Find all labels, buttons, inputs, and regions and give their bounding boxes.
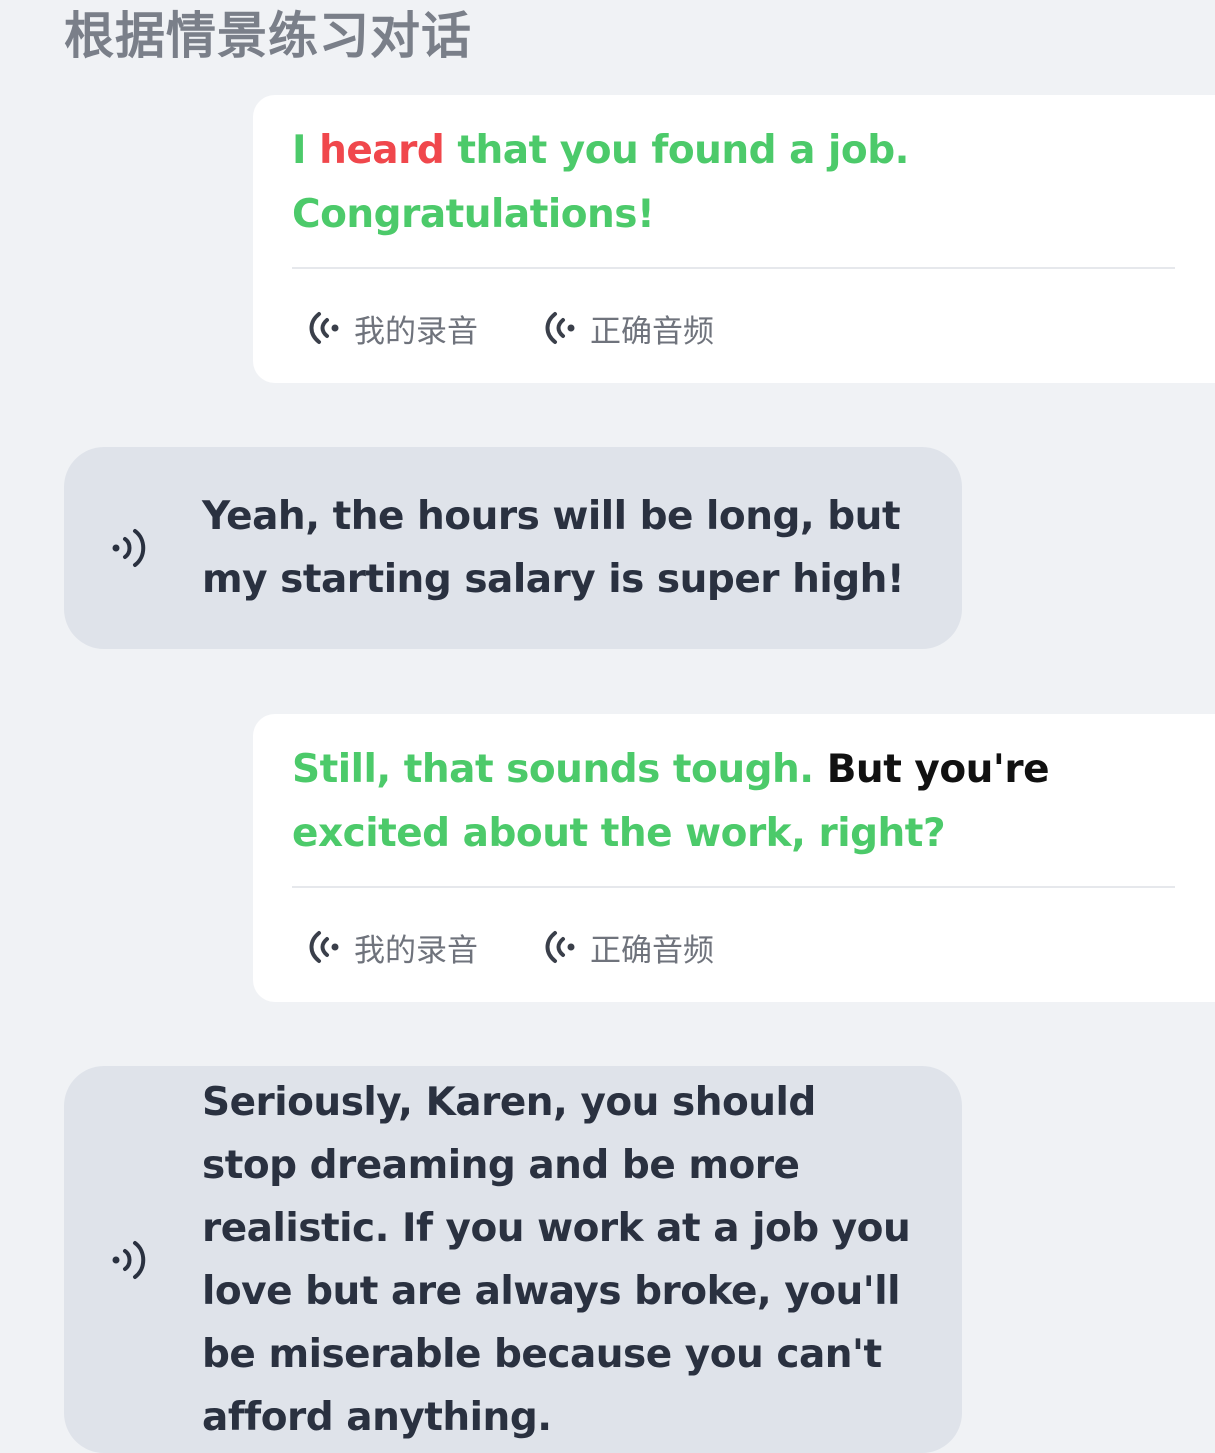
my-recording-label: 我的录音 (354, 313, 478, 350)
partner-line-bubble: Seriously, Karen, you should stop dreami… (64, 1066, 962, 1453)
speaker-wave-icon (112, 529, 146, 567)
sound-wave-left-icon (309, 931, 339, 963)
play-partner-audio-button[interactable] (64, 521, 202, 575)
my-recording-label: 我的录音 (354, 932, 478, 969)
sentence-segment-neutral: But you're (826, 747, 1050, 792)
audio-controls: 我的录音 正确音频 (292, 269, 1175, 387)
partner-sentence: Yeah, the hours will be long, but my sta… (202, 494, 905, 602)
sound-wave-left-icon (309, 312, 339, 344)
correct-audio-button[interactable]: 正确音频 (540, 925, 714, 970)
user-sentence: I heard that you found a job. Congratula… (292, 119, 1175, 247)
page-title: 根据情景练习对话 (64, 7, 472, 65)
my-recording-button[interactable]: 我的录音 (304, 306, 478, 351)
sentence-segment-correct: excited about the work, right? (292, 811, 946, 856)
correct-audio-label: 正确音频 (590, 313, 714, 350)
play-partner-audio-button[interactable] (64, 1233, 202, 1287)
speaker-wave-icon (112, 1240, 146, 1279)
sentence-segment-correct: Still, that sounds tough. (292, 747, 827, 792)
sentence-segment-incorrect: heard (319, 128, 445, 173)
user-line-card: I heard that you found a job. Congratula… (253, 95, 1215, 383)
my-recording-button[interactable]: 我的录音 (304, 925, 478, 970)
sound-wave-left-icon (545, 312, 575, 344)
correct-audio-label: 正确音频 (590, 932, 714, 969)
audio-controls: 我的录音 正确音频 (292, 888, 1175, 1006)
correct-audio-button[interactable]: 正确音频 (540, 306, 714, 351)
sentence-segment-correct: I (292, 128, 320, 173)
partner-sentence: Seriously, Karen, you should stop dreami… (202, 1079, 911, 1440)
partner-line-bubble: Yeah, the hours will be long, but my sta… (64, 447, 962, 649)
sound-wave-left-icon (545, 931, 575, 963)
user-sentence: Still, that sounds tough. But you're exc… (292, 738, 1175, 866)
user-line-card: Still, that sounds tough. But you're exc… (253, 714, 1215, 1002)
